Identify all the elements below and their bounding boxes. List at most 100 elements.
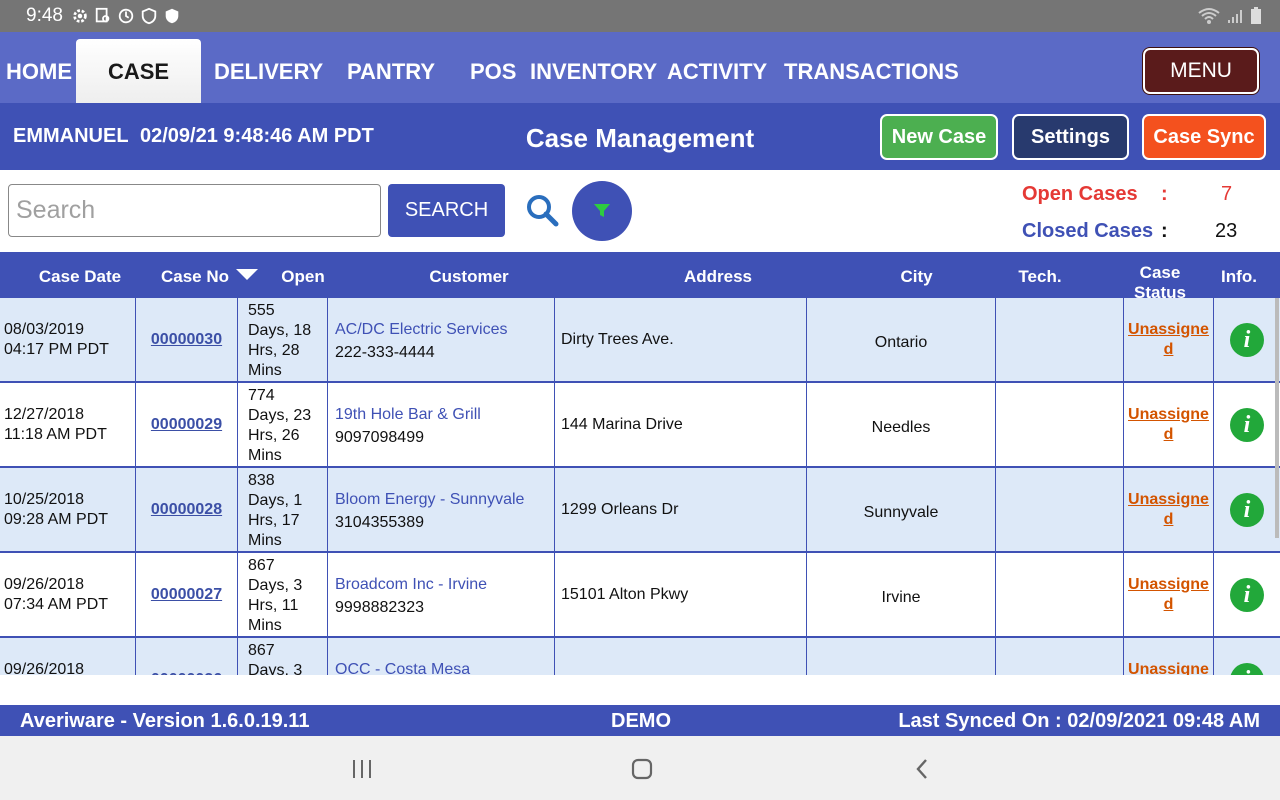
nav-tab-inventory[interactable]: INVENTORY	[530, 32, 657, 103]
nav-tab-transactions[interactable]: TRANSACTIONS	[784, 32, 959, 103]
open-cases-label: Open Cases	[1022, 183, 1138, 205]
info-icon[interactable]: i	[1230, 322, 1264, 357]
status-text[interactable]: Unassigne	[1124, 490, 1213, 510]
open-duration-cell: 867 Days, 3 Hrs, 11 Mins	[238, 553, 328, 636]
case-date: 08/03/2019	[4, 321, 85, 338]
menu-button[interactable]: MENU	[1143, 48, 1259, 94]
user-name: EMMANUEL	[13, 125, 129, 147]
open-hours: Hrs, 28	[248, 342, 300, 359]
info-cell: i	[1214, 638, 1280, 675]
search-input[interactable]	[8, 184, 381, 237]
case-date-cell: 09/26/2018 07:34 AM PDT	[0, 553, 136, 636]
screenshot-search-icon	[95, 7, 110, 23]
case-date-cell: 09/26/2018	[0, 638, 136, 675]
case-number-link[interactable]: 00000030	[136, 298, 238, 381]
nav-tab-delivery[interactable]: DELIVERY	[214, 32, 323, 103]
col-case-date[interactable]: Case Date	[0, 252, 160, 298]
tech-cell	[996, 298, 1124, 381]
case-status-link[interactable]: Unassigned	[1124, 553, 1214, 636]
info-icon[interactable]: i	[1230, 577, 1264, 612]
table-row[interactable]: 09/26/2018 00000026 867 Days, 3 OCC - Cos…	[0, 638, 1280, 675]
customer-phone: 3104355389	[335, 514, 424, 531]
address-cell: 15101 Alton Pkwy	[555, 553, 807, 636]
case-status-link[interactable]: Unassigned	[1124, 298, 1214, 381]
status-text[interactable]: Unassigne	[1124, 320, 1213, 340]
case-time: 04:17 PM PDT	[4, 341, 109, 358]
city-cell: Irvine	[807, 553, 996, 636]
shield-icon	[165, 8, 179, 24]
wifi-icon	[1198, 8, 1220, 24]
case-sync-button[interactable]: Case Sync	[1142, 114, 1266, 160]
case-number-link[interactable]: 00000026	[136, 638, 238, 675]
case-number-link[interactable]: 00000028	[136, 468, 238, 551]
col-tech[interactable]: Tech.	[976, 252, 1104, 298]
col-info[interactable]: Info.	[1210, 252, 1268, 298]
back-icon[interactable]	[907, 756, 937, 782]
address-cell	[555, 638, 807, 675]
new-case-button[interactable]: New Case	[880, 114, 998, 160]
status-text-wrap[interactable]: d	[1124, 425, 1213, 445]
case-number-link[interactable]: 00000029	[136, 383, 238, 466]
info-icon[interactable]: i	[1230, 662, 1264, 675]
open-duration-cell: 838 Days, 1 Hrs, 17 Mins	[238, 468, 328, 551]
case-status-link[interactable]: Unassigned	[1124, 383, 1214, 466]
current-datetime: 02/09/21 9:48:46 AM PDT	[140, 125, 374, 147]
case-status-link[interactable]: Unassigned	[1124, 468, 1214, 551]
col-open[interactable]: Open	[270, 252, 336, 298]
table-row[interactable]: 12/27/2018 11:18 AM PDT 00000029 774 Days,…	[0, 383, 1280, 468]
battery-icon	[1251, 7, 1261, 24]
customer-name: Bloom Energy - Sunnyvale	[335, 491, 525, 508]
sort-desc-icon[interactable]	[236, 269, 258, 281]
case-number-link[interactable]: 00000027	[136, 553, 238, 636]
recent-apps-icon[interactable]	[347, 756, 377, 782]
search-button[interactable]: SEARCH	[388, 184, 505, 237]
case-status-link[interactable]: Unassigned	[1124, 638, 1214, 675]
open-mins: Mins	[248, 532, 282, 549]
status-text[interactable]: Unassigne	[1124, 405, 1213, 425]
open-days: 555	[248, 302, 275, 319]
nav-tab-pos[interactable]: POS	[470, 32, 516, 103]
tech-cell	[996, 553, 1124, 636]
home-icon[interactable]	[627, 756, 657, 782]
nav-tab-pantry[interactable]: PANTRY	[347, 32, 435, 103]
nav-tab-home[interactable]: HOME	[6, 32, 72, 103]
android-status-bar: 9:48	[0, 0, 1280, 32]
table-row[interactable]: 09/26/2018 07:34 AM PDT 00000027 867 Days,…	[0, 553, 1280, 638]
version-text: Averiware - Version 1.6.0.19.11	[20, 710, 310, 732]
main-nav-bar: HOME CASE DELIVERY PANTRY POS INVENTORY …	[0, 32, 1280, 103]
case-date: 10/25/2018	[4, 491, 85, 508]
info-cell: i	[1214, 383, 1280, 466]
customer-name: Broadcom Inc - Irvine	[335, 576, 488, 593]
col-case-no[interactable]: Case No	[152, 252, 238, 298]
settings-button[interactable]: Settings	[1012, 114, 1129, 160]
case-header-bar: EMMANUEL 02/09/21 9:48:46 AM PDT Case Ma…	[0, 103, 1280, 170]
nav-tab-activity[interactable]: ACTIVITY	[667, 32, 767, 103]
case-time: 09:28 AM PDT	[4, 511, 109, 528]
info-icon[interactable]: i	[1230, 492, 1264, 527]
filter-button[interactable]	[572, 181, 632, 241]
col-customer[interactable]: Customer	[328, 252, 610, 298]
customer-cell: OCC - Costa Mesa	[328, 638, 555, 675]
search-icon[interactable]	[524, 192, 560, 228]
case-time: 11:18 AM PDT	[4, 426, 107, 443]
table-row[interactable]: 10/25/2018 09:28 AM PDT 00000028 838 Days,…	[0, 468, 1280, 553]
open-mins: Mins	[248, 617, 282, 634]
status-text[interactable]: Unassigne	[1124, 575, 1213, 595]
status-text-wrap[interactable]: d	[1124, 510, 1213, 530]
table-row[interactable]: 08/03/2019 04:17 PM PDT 00000030 555 Days,…	[0, 298, 1280, 383]
open-days-text: Days, 1	[248, 492, 303, 509]
col-address[interactable]: Address	[592, 252, 844, 298]
info-icon[interactable]: i	[1230, 407, 1264, 442]
city-cell: Sunnyvale	[807, 468, 996, 551]
status-text-wrap[interactable]: d	[1124, 340, 1213, 360]
col-case-status[interactable]: Case Status	[1116, 252, 1204, 298]
status-text-wrap[interactable]: d	[1124, 595, 1213, 615]
open-duration-cell: 867 Days, 3	[238, 638, 328, 675]
case-date-cell: 10/25/2018 09:28 AM PDT	[0, 468, 136, 551]
case-date: 09/26/2018	[4, 661, 85, 675]
status-text[interactable]: Unassigne	[1124, 660, 1213, 675]
filter-icon	[594, 204, 610, 217]
scrollbar[interactable]	[1275, 298, 1279, 538]
tech-cell	[996, 383, 1124, 466]
nav-tab-case[interactable]: CASE	[76, 39, 201, 103]
